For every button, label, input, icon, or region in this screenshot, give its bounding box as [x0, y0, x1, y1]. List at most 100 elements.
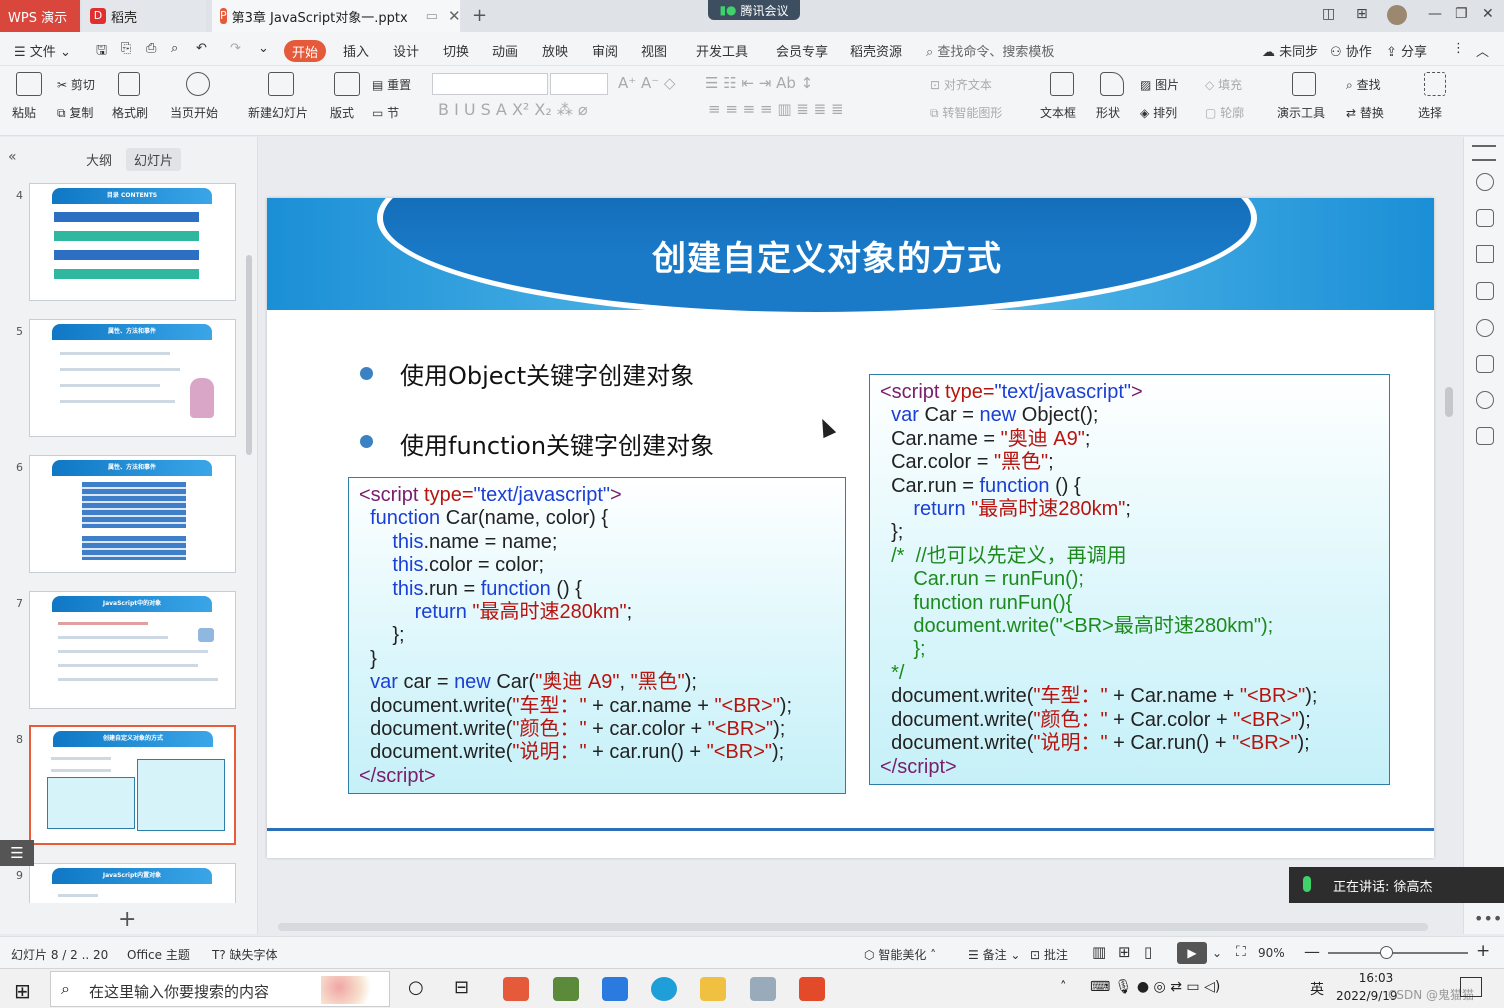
share-button[interactable]: ⇪ 分享 — [1386, 41, 1427, 60]
export-icon[interactable]: ⎘ — [121, 41, 131, 56]
taskbar-search-box[interactable]: ⌕ 在这里输入你要搜索的内容 — [50, 971, 390, 1007]
menu-icon[interactable] — [1472, 145, 1496, 161]
paragraph-align-icons[interactable]: ≡ ≡ ≡ ≡ ▥ ≣ ≣ ≣ — [708, 100, 844, 118]
font-size-select[interactable] — [550, 73, 608, 95]
menu-developer[interactable]: 开发工具 — [696, 41, 748, 60]
collapse-ribbon-icon[interactable]: ︿ — [1476, 41, 1489, 60]
slideshow-dropdown-icon[interactable]: ⌄ — [1212, 946, 1222, 960]
new-slide-icon[interactable] — [268, 72, 294, 96]
menu-transition[interactable]: 切换 — [443, 41, 469, 60]
theme-name[interactable]: Office 主题 — [127, 946, 190, 963]
slideshow-play-icon[interactable]: ▶ — [1177, 942, 1207, 964]
compass-icon[interactable] — [1476, 391, 1494, 409]
menu-animation[interactable]: 动画 — [492, 41, 518, 60]
fit-window-icon[interactable]: ⛶ — [1236, 944, 1246, 960]
reset-button[interactable]: ▤ 重置 — [372, 76, 411, 93]
sliders-icon[interactable] — [1476, 209, 1494, 227]
textbox-icon[interactable] — [1050, 72, 1074, 96]
layout-button[interactable]: 版式 — [330, 104, 354, 121]
meeting-indicator[interactable]: ▮● 腾讯会议 — [708, 0, 800, 20]
close-tab-icon[interactable]: ✕ — [448, 7, 461, 25]
slide-thumbnail-4[interactable]: 目录 CONTENTS — [29, 183, 236, 301]
select-icon[interactable] — [1424, 72, 1446, 96]
image-icon[interactable] — [1476, 355, 1494, 373]
tab-slides[interactable]: 幻灯片 — [126, 148, 182, 171]
zoom-in-icon[interactable]: + — [1476, 941, 1490, 961]
star-icon[interactable] — [1476, 245, 1494, 263]
picture-button[interactable]: ▨ 图片 — [1140, 76, 1179, 93]
zoom-slider-handle[interactable] — [1380, 946, 1393, 959]
transition-icon[interactable] — [1476, 282, 1494, 300]
new-tab-icon[interactable]: + — [472, 5, 487, 26]
more-horizontal-icon[interactable]: ••• — [1474, 909, 1502, 928]
tray-chevron-icon[interactable]: ˄ — [1060, 980, 1067, 995]
cube-icon[interactable] — [1476, 427, 1494, 445]
grid-icon[interactable]: ⊞ — [1356, 6, 1368, 22]
app-icon-3[interactable] — [602, 977, 628, 1001]
find-button[interactable]: ⌕ 查找 — [1346, 76, 1381, 93]
add-slide-icon[interactable]: + — [118, 907, 136, 932]
menu-view[interactable]: 视图 — [641, 41, 667, 60]
windows-start-icon[interactable]: ⊞ — [14, 979, 31, 1003]
paste-button[interactable]: 粘贴 — [12, 104, 36, 121]
rocket-icon[interactable] — [1476, 173, 1494, 191]
quick-access-dropdown-icon[interactable]: ⌄ — [258, 41, 269, 56]
new-slide-button[interactable]: 新建幻灯片 — [248, 104, 308, 121]
zoom-level[interactable]: 90% — [1258, 946, 1285, 960]
ime-indicator[interactable]: 英 — [1310, 979, 1324, 999]
preview-icon[interactable]: ⌕ — [171, 41, 178, 56]
section-button[interactable]: ▭ 节 — [372, 104, 399, 121]
canvas-horizontal-scrollbar[interactable] — [278, 923, 1428, 931]
reading-view-icon[interactable]: ▯ — [1144, 943, 1152, 961]
menu-design[interactable]: 设计 — [393, 41, 419, 60]
shape-icon[interactable] — [1100, 72, 1124, 96]
paint-icon[interactable] — [750, 977, 776, 1001]
outline-button[interactable]: ▢ 轮廓 — [1205, 104, 1244, 121]
menu-daoke-resources[interactable]: 稻壳资源 — [850, 41, 902, 60]
help-icon[interactable] — [1476, 319, 1494, 337]
fill-button[interactable]: ◇ 填充 — [1205, 76, 1242, 93]
menu-slideshow[interactable]: 放映 — [542, 41, 568, 60]
save-icon[interactable]: 🖫 — [96, 41, 107, 63]
wps-app-icon[interactable] — [503, 977, 529, 1001]
tray-icons[interactable]: ⌨ 🎙 ● ◎ ⇄ ▭ ◁) — [1090, 979, 1220, 995]
copy-button[interactable]: ⧉ 复制 — [57, 104, 93, 121]
thumbnail-scrollbar[interactable] — [246, 255, 252, 455]
cortana-icon[interactable]: ○ — [408, 977, 424, 998]
menu-member[interactable]: 会员专享 — [776, 41, 828, 60]
play-icon[interactable] — [186, 72, 210, 96]
print-icon[interactable]: ⎙ — [146, 41, 156, 56]
slide-thumbnail-6[interactable]: 属性、方法和事件 — [29, 455, 236, 573]
slide[interactable]: 创建自定义对象的方式 使用Object关键字创建对象 使用function关键字… — [267, 198, 1434, 858]
layout-icon[interactable]: ◫ — [1322, 6, 1335, 22]
from-current-button[interactable]: 当页开始 — [170, 104, 218, 121]
more-icon[interactable]: ⋮ — [1452, 41, 1465, 56]
edge-icon[interactable] — [651, 977, 677, 1001]
tab-document[interactable]: P 第3章 JavaScript对象一.pptx ▭ ✕ — [212, 0, 461, 32]
redo-icon[interactable]: ↷ — [230, 41, 241, 56]
align-text-button[interactable]: ⊡ 对齐文本 — [930, 76, 992, 93]
zoom-out-icon[interactable]: — — [1304, 942, 1320, 961]
convert-smartart-button[interactable]: ⧉ 转智能图形 — [930, 104, 1002, 121]
font-family-select[interactable] — [432, 73, 548, 95]
slide-thumbnail-9[interactable]: JavaScript内置对象 — [29, 863, 236, 903]
cut-button[interactable]: ✂ 剪切 — [57, 76, 95, 93]
float-icon[interactable]: ▭ — [426, 9, 438, 24]
avatar[interactable] — [1387, 5, 1407, 25]
collab-button[interactable]: ⚇ 协作 — [1330, 41, 1372, 60]
collapse-pane-icon[interactable]: « — [8, 149, 17, 165]
close-window-icon[interactable]: ✕ — [1482, 6, 1494, 22]
minimize-icon[interactable]: — — [1428, 6, 1442, 22]
outline-toggle-icon[interactable]: ☰ — [0, 840, 34, 866]
present-tools-button[interactable]: 演示工具 — [1277, 104, 1325, 121]
slide-thumbnail-8[interactable]: 创建自定义对象的方式 — [29, 725, 236, 845]
clock-time[interactable]: 16:03 — [1351, 971, 1401, 985]
textbox-button[interactable]: 文本框 — [1040, 104, 1076, 121]
slide-thumbnail-7[interactable]: JavaScript中的对象 — [29, 591, 236, 709]
menu-insert[interactable]: 插入 — [343, 41, 369, 60]
restore-icon[interactable]: ❐ — [1455, 6, 1468, 22]
slide-thumbnail-5[interactable]: 属性、方法和事件 — [29, 319, 236, 437]
replace-button[interactable]: ⇄ 替换 — [1346, 104, 1384, 121]
font-grow-icon[interactable]: A⁺ A⁻ ◇ — [618, 74, 675, 92]
beautify-button[interactable]: ⬡ 智能美化 ˄ — [864, 946, 936, 963]
